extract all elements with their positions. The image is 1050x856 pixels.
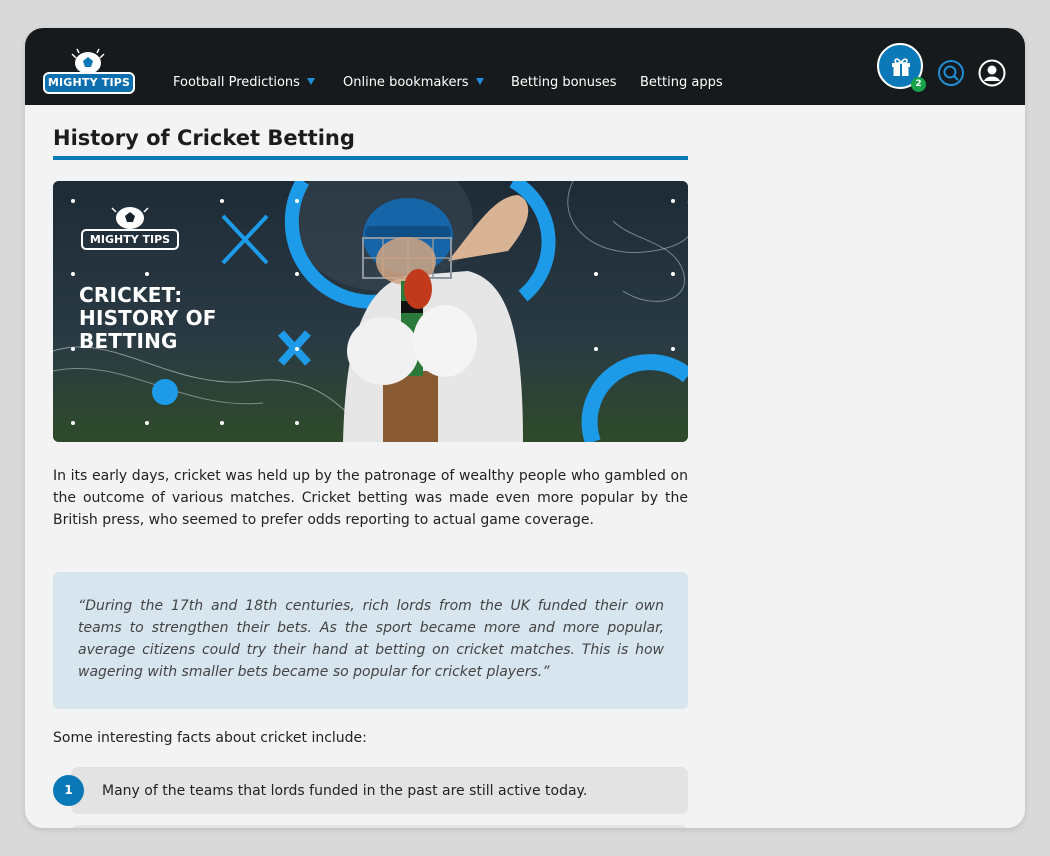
hero-image: MIGHTY TIPS CRICKET: HISTORY OF BETTING [53,181,688,442]
hero-headline: CRICKET: HISTORY OF BETTING [79,283,217,353]
notification-badge: 2 [911,77,926,92]
user-icon[interactable] [978,59,1006,87]
chevron-down-icon [306,78,315,85]
football-icon [111,207,149,229]
logo-text: MIGHTY TIPS [43,72,135,94]
nav-label: Betting bonuses [511,75,617,90]
hero-logo: MIGHTY TIPS [81,229,179,250]
browser-window: MIGHTY TIPS Football Predictions Online … [25,28,1025,828]
nav-label: Online bookmakers [343,75,469,90]
nav-item-betting-bonuses[interactable]: Betting bonuses [511,74,617,92]
list-number: 1 [53,775,84,806]
chevron-down-icon [475,78,484,85]
page-title: History of Cricket Betting [53,126,355,150]
nav-label: Betting apps [640,75,723,90]
intro-paragraph: In its early days, cricket was held up b… [53,468,688,528]
site-logo[interactable]: MIGHTY TIPS [43,48,135,96]
gift-icon [892,58,910,76]
football-icon [71,48,105,74]
blockquote: “During the 17th and 18th centuries, ric… [53,572,688,709]
nav-item-online-bookmakers[interactable]: Online bookmakers [343,74,484,92]
navbar: MIGHTY TIPS Football Predictions Online … [25,28,1025,105]
facts-intro: Some interesting facts about cricket inc… [53,730,367,746]
nav-label: Football Predictions [173,75,300,90]
list-item [71,825,688,828]
title-underline [53,156,688,160]
cricket-player [343,195,529,442]
search-icon[interactable] [937,59,965,87]
nav-item-football-predictions[interactable]: Football Predictions [173,74,315,92]
nav-item-betting-apps[interactable]: Betting apps [640,74,723,92]
list-item-text: Many of the teams that lords funded in t… [102,783,588,799]
quote-text: “During the 17th and 18th centuries, ric… [78,598,664,680]
